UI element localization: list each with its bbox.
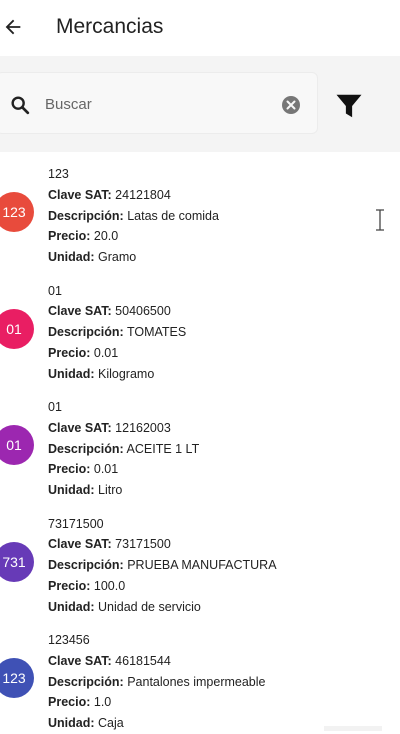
filter-icon[interactable]	[334, 91, 364, 121]
search-icon	[11, 96, 30, 115]
item-unidad-value: Unidad de servicio	[98, 599, 201, 614]
item-clave-sat-line: Clave SAT: 50406500	[48, 301, 186, 322]
search-box[interactable]	[0, 72, 318, 134]
item-avatar: 123	[0, 192, 34, 232]
item-descripcion-label: Descripción:	[48, 208, 124, 223]
item-unidad-label: Unidad:	[48, 483, 95, 498]
item-clave-sat-label: Clave SAT:	[48, 653, 112, 668]
item-clave-sat-line: Clave SAT: 46181544	[48, 651, 265, 672]
item-clave-sat-line: Clave SAT: 73171500	[48, 534, 277, 555]
item-code: 123456	[48, 633, 90, 647]
bottom-scroll-indicator	[324, 726, 382, 731]
item-avatar: 123	[0, 658, 34, 698]
item-precio-label: Precio:	[48, 578, 91, 593]
item-precio-line: Precio: 20.0	[48, 226, 219, 247]
item-clave-sat-value: 12162003	[115, 420, 171, 435]
item-clave-sat-line: Clave SAT: 12162003	[48, 418, 199, 439]
search-input[interactable]	[45, 89, 265, 119]
list-item[interactable]: 123 123456 Clave SAT: 46181544 Descripción:…	[0, 618, 400, 730]
list-item[interactable]: 01 01 Clave SAT: 12162003 Descripción: ACEI…	[0, 385, 400, 497]
item-precio-value: 0.01	[93, 345, 119, 360]
item-unidad-value: Gramo	[98, 250, 137, 265]
item-descripcion-line: Descripción: TOMATES	[48, 322, 186, 343]
list-item[interactable]: 01 01 Clave SAT: 50406500 Descripción: TOMA…	[0, 269, 400, 381]
item-descripcion-label: Descripción:	[48, 674, 124, 689]
item-descripcion-line: Descripción: Latas de comida	[48, 206, 219, 227]
item-unidad-line: Unidad: Kilogramo	[48, 364, 186, 385]
item-clave-sat-line: Clave SAT: 24121804	[48, 185, 219, 206]
search-area	[0, 56, 400, 152]
item-details: 73171500 Clave SAT: 73171500 Descripción: …	[48, 514, 277, 618]
item-descripcion-label: Descripción:	[48, 558, 124, 573]
item-unidad-label: Unidad:	[48, 250, 95, 265]
item-descripcion-value: PRUEBA MANUFACTURA	[127, 558, 277, 573]
item-precio-line: Precio: 0.01	[48, 459, 199, 480]
item-code: 73171500	[48, 516, 104, 531]
item-details: 01 Clave SAT: 50406500 Descripción: TOMATE…	[48, 281, 186, 385]
item-descripcion-value: TOMATES	[126, 325, 187, 340]
item-precio-value: 20.0	[93, 229, 119, 244]
item-clave-sat-value: 50406500	[115, 304, 171, 319]
item-unidad-value: Kilogramo	[98, 366, 155, 381]
item-code: 01	[48, 400, 62, 414]
item-descripcion-line: Descripción: ACEITE 1 LT	[48, 439, 199, 460]
merchandise-list: 123 123 Clave SAT: 24121804 Descripción: La…	[0, 152, 400, 731]
item-descripcion-value: ACEITE 1 LT	[126, 441, 200, 456]
item-precio-label: Precio:	[48, 345, 91, 360]
item-code: 01	[48, 283, 62, 298]
item-precio-value: 1.0	[93, 695, 112, 710]
list-item[interactable]: 731 73171500 Clave SAT: 73171500 Descripció…	[0, 502, 400, 614]
item-descripcion-label: Descripción:	[48, 325, 124, 340]
item-precio-label: Precio:	[48, 695, 91, 710]
item-clave-sat-value: 73171500	[115, 537, 171, 552]
item-avatar: 01	[0, 308, 34, 349]
item-unidad-line: Unidad: Unidad de servicio	[48, 597, 277, 618]
item-precio-line: Precio: 0.01	[48, 343, 186, 364]
item-unidad-label: Unidad:	[48, 366, 95, 381]
item-unidad-value: Litro	[98, 483, 123, 498]
item-descripcion-value: Latas de comida	[127, 208, 219, 223]
item-precio-label: Precio:	[48, 462, 91, 477]
item-unidad-label: Unidad:	[48, 599, 95, 614]
item-precio-line: Precio: 100.0	[48, 576, 277, 597]
item-clave-sat-value: 24121804	[115, 187, 171, 202]
item-clave-sat-label: Clave SAT:	[48, 420, 112, 435]
item-precio-line: Precio: 1.0	[48, 692, 265, 713]
item-unidad-line: Unidad: Gramo	[48, 247, 219, 268]
item-clave-sat-label: Clave SAT:	[48, 537, 112, 552]
item-unidad-value: Caja	[98, 716, 124, 731]
text-cursor-icon	[376, 209, 384, 231]
item-avatar: 731	[0, 541, 34, 582]
back-arrow-icon[interactable]	[2, 16, 24, 38]
app-bar: Mercancias	[0, 0, 400, 56]
item-unidad-line: Unidad: Litro	[48, 480, 199, 501]
item-clave-sat-label: Clave SAT:	[48, 187, 112, 202]
item-precio-value: 100.0	[93, 578, 126, 593]
item-descripcion-label: Descripción:	[48, 441, 124, 456]
item-descripcion-line: Descripción: PRUEBA MANUFACTURA	[48, 555, 277, 576]
clear-search-icon[interactable]	[281, 95, 301, 115]
item-descripcion-line: Descripción: Pantalones impermeable	[48, 672, 265, 693]
item-precio-label: Precio:	[48, 229, 91, 244]
list-item[interactable]: 123 123 Clave SAT: 24121804 Descripción: La…	[0, 152, 400, 264]
item-unidad-label: Unidad:	[48, 716, 95, 731]
item-clave-sat-value: 46181544	[115, 653, 171, 668]
item-details: 123 Clave SAT: 24121804 Descripción: Latas…	[48, 164, 219, 268]
item-details: 01 Clave SAT: 12162003 Descripción: ACEITE…	[48, 397, 199, 501]
item-code: 123	[48, 167, 69, 181]
item-clave-sat-label: Clave SAT:	[48, 304, 112, 319]
page-title: Mercancias	[56, 15, 164, 38]
item-avatar: 01	[0, 425, 34, 465]
item-precio-value: 0.01	[93, 462, 119, 477]
item-descripcion-value: Pantalones impermeable	[127, 674, 266, 689]
item-details: 123456 Clave SAT: 46181544 Descripción: Pa…	[48, 630, 265, 734]
